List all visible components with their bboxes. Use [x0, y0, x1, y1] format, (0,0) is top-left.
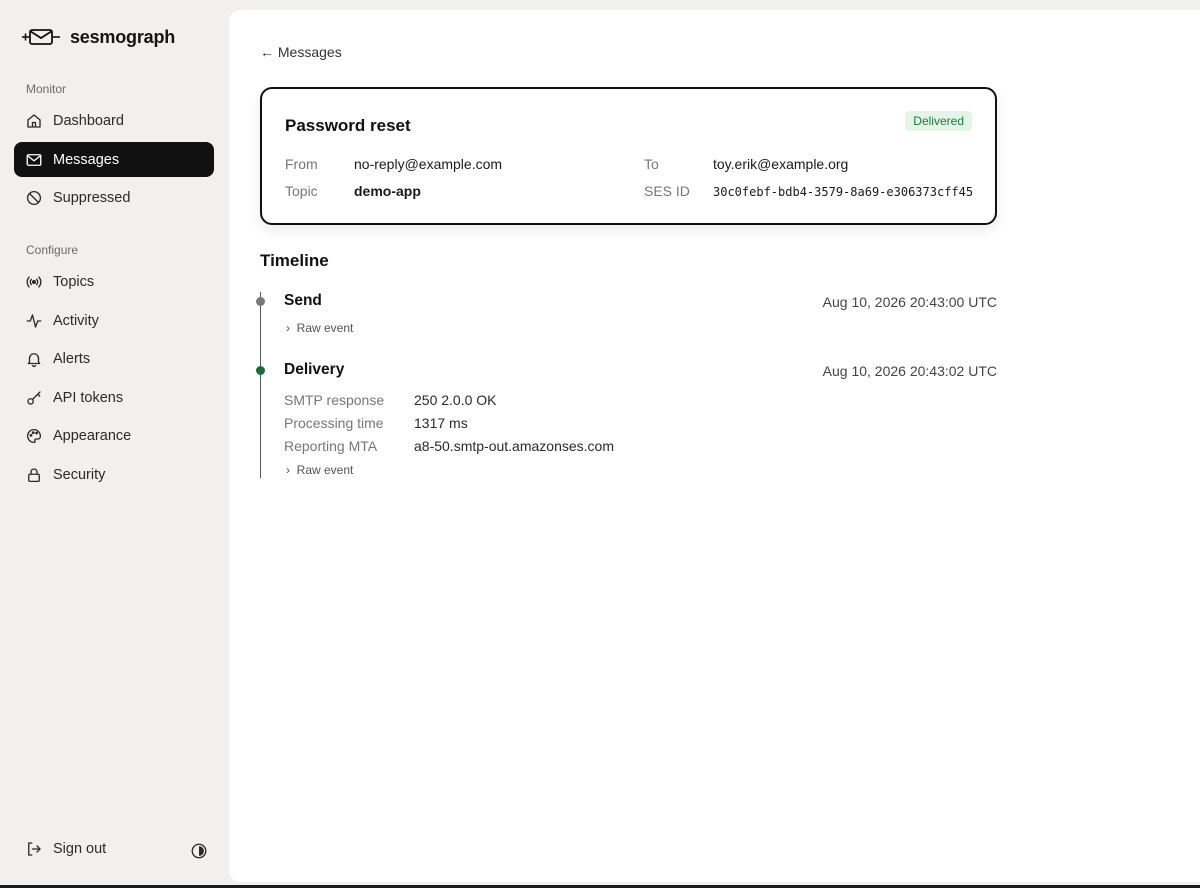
sidebar-item-label: Alerts — [53, 350, 91, 367]
reporting-mta-value: a8-50.smtp-out.amazonses.com — [414, 438, 614, 454]
chevron-right-icon: › — [286, 321, 297, 335]
sidebar-item-messages[interactable]: Messages — [14, 142, 214, 177]
sign-out-label: Sign out — [53, 841, 107, 857]
home-icon — [27, 113, 41, 128]
sidebar-item-appearance[interactable]: Appearance — [14, 418, 214, 453]
lock-icon — [28, 467, 40, 482]
brand-name: sesmograph — [70, 26, 176, 47]
send-event-title: Send — [284, 292, 322, 309]
processing-time-label: Processing time — [284, 415, 384, 431]
raw-event-label: Raw event — [296, 321, 354, 335]
sign-out-icon — [28, 842, 41, 856]
sidebar-item-security[interactable]: Security — [14, 457, 214, 492]
sidebar-item-alerts[interactable]: Alerts — [14, 341, 214, 376]
sidebar-item-label: Messages — [53, 151, 120, 168]
sidebar-item-api-tokens[interactable]: API tokens — [14, 380, 214, 415]
send-event-time: Aug 10, 2026 20:43:00 UTC — [822, 294, 997, 310]
sidebar-item-label: Topics — [53, 273, 95, 290]
palette-icon — [26, 428, 42, 443]
smtp-response-label: SMTP response — [284, 392, 385, 408]
sidebar-item-label: Security — [53, 466, 106, 483]
from-value: no-reply@example.com — [354, 156, 503, 172]
broadcast-icon — [26, 275, 42, 288]
sign-out-button[interactable]: Sign out — [25, 840, 106, 858]
processing-time-value: 1317 ms — [414, 415, 468, 431]
monitor-section-label: Monitor — [26, 82, 67, 96]
ses-id-value: 30c0febf-bdb4-3579-8a69-e306373cff45 — [713, 185, 974, 199]
delivery-event-time: Aug 10, 2026 20:43:02 UTC — [822, 363, 997, 379]
brand-logo-icon — [22, 29, 60, 45]
sidebar-item-label: Dashboard — [53, 112, 124, 129]
brand[interactable]: sesmograph — [22, 26, 175, 48]
message-title: Password reset — [285, 116, 411, 135]
send-event-dot — [256, 297, 265, 306]
configure-section-label: Configure — [26, 243, 79, 257]
smtp-response-value: 250 2.0.0 OK — [414, 392, 497, 408]
sidebar-item-topics[interactable]: Topics — [14, 264, 214, 299]
ses-id-label: SES ID — [644, 183, 690, 199]
timeline-title: Timeline — [260, 251, 329, 270]
status-badge: Delivered — [905, 111, 972, 131]
sidebar-item-label: API tokens — [53, 389, 124, 406]
chevron-right-icon: › — [286, 463, 297, 477]
activity-icon — [26, 313, 42, 328]
sidebar-item-label: Suppressed — [53, 189, 131, 206]
delivery-event-dot — [256, 366, 265, 375]
sidebar-item-label: Appearance — [53, 427, 132, 444]
back-to-messages-link[interactable]: ← Messages — [260, 44, 342, 60]
app-window: sesmograph Monitor Dashboard Messages Su… — [0, 0, 1200, 885]
main-content: ← Messages Password reset Delivered From… — [229, 10, 1200, 882]
reporting-mta-label: Reporting MTA — [284, 438, 378, 454]
raw-event-label: Raw event — [296, 463, 354, 477]
bell-icon — [27, 352, 41, 367]
topic-label: Topic — [285, 183, 318, 199]
delivery-event-title: Delivery — [284, 361, 345, 378]
key-icon — [27, 390, 41, 405]
theme-toggle-icon[interactable] — [190, 842, 208, 860]
delivery-raw-event-toggle[interactable]: › Raw event — [286, 463, 353, 477]
sidebar-item-suppressed[interactable]: Suppressed — [14, 180, 214, 215]
envelope-icon — [26, 153, 42, 166]
to-value: toy.erik@example.org — [713, 156, 849, 172]
sidebar: sesmograph Monitor Dashboard Messages Su… — [0, 0, 229, 885]
sidebar-item-label: Activity — [53, 312, 99, 329]
sidebar-item-dashboard[interactable]: Dashboard — [14, 103, 214, 138]
to-label: To — [644, 156, 659, 172]
timeline-line — [260, 292, 261, 478]
sidebar-item-activity[interactable]: Activity — [14, 303, 214, 338]
message-summary-card: Password reset Delivered From no-reply@e… — [260, 87, 997, 225]
from-label: From — [285, 156, 318, 172]
topic-value[interactable]: demo-app — [354, 183, 421, 199]
ban-icon — [26, 190, 42, 205]
send-raw-event-toggle[interactable]: › Raw event — [286, 321, 353, 335]
